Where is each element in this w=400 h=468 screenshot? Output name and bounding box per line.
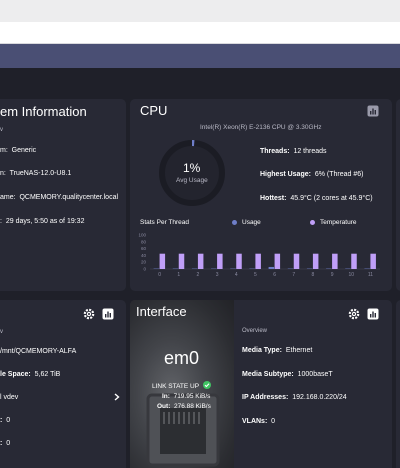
vlans-row: VLANs: 0 xyxy=(242,418,276,425)
pool-path: /mnt/QCMEMORY-ALFA xyxy=(0,348,77,355)
check-circle-icon xyxy=(202,381,211,389)
cpu-avg-label: Avg Usage xyxy=(176,177,208,184)
interface-card: Interface em0 LINK STATE UP In: 719.95 K… xyxy=(130,300,392,468)
legend-usage-dot xyxy=(232,220,237,225)
temperature-bar xyxy=(217,253,223,269)
legend-temperature[interactable]: Temperature xyxy=(320,219,357,226)
vdev-row[interactable]: l vdev xyxy=(0,394,18,401)
x-tick-label: 4 xyxy=(235,272,238,278)
y-tick-label: 60 xyxy=(141,246,147,251)
y-tick-label: 40 xyxy=(141,253,147,258)
chart-report-icon[interactable] xyxy=(367,105,379,117)
media-type-row: Media Type: Ethernet xyxy=(242,347,313,354)
pool-row-5: : 0 xyxy=(0,440,11,447)
y-tick-label: 80 xyxy=(141,239,147,244)
overview-label: v xyxy=(0,329,3,335)
hostname-row: ame: QCMEMORY.qualitycenter.local xyxy=(0,194,119,201)
temperature-bar xyxy=(178,253,185,269)
gear-icon[interactable] xyxy=(83,308,95,320)
system-information-card: em Information v m: Generic n: TrueNAS-1… xyxy=(0,99,126,291)
next-card-bottom xyxy=(396,300,400,468)
x-tick-label: 0 xyxy=(158,272,161,278)
overview-label: Overview xyxy=(242,328,268,334)
browser-address-area xyxy=(0,22,400,44)
usage-bar xyxy=(268,266,275,269)
temperature-bar xyxy=(312,253,319,269)
legend-usage[interactable]: Usage xyxy=(242,219,261,226)
browser-tab-strip xyxy=(0,0,400,22)
top-toolbar xyxy=(0,44,400,68)
available-space-row: le Space: 5,62 TiB xyxy=(0,371,61,378)
cpu-title: CPU xyxy=(140,103,168,118)
overview-label: v xyxy=(0,127,3,133)
traffic-in: In: 719.95 KiB/s xyxy=(162,393,211,400)
link-state: LINK STATE UP xyxy=(152,381,211,390)
x-tick-label: 6 xyxy=(273,272,276,278)
temperature-bar xyxy=(236,253,242,269)
x-tick-label: 2 xyxy=(197,272,200,278)
temperature-bar xyxy=(370,253,376,269)
y-tick-label: 100 xyxy=(138,233,146,238)
hottest-row: Hottest: 45.9°C (2 cores at 45.9°C) xyxy=(260,195,373,202)
version-row: n: TrueNAS-12.0-U8.1 xyxy=(0,170,72,177)
chart-report-icon[interactable] xyxy=(102,308,114,320)
platform-row: m: Generic xyxy=(0,147,37,154)
x-tick-label: 10 xyxy=(348,272,354,278)
dashboard: em Information v m: Generic n: TrueNAS-1… xyxy=(0,68,400,468)
temperature-bar xyxy=(351,253,357,269)
x-tick-label: 9 xyxy=(331,272,334,278)
temperature-bar xyxy=(293,253,300,269)
legend-temperature-dot xyxy=(310,220,315,225)
ip-addresses-row: IP Addresses: 192.168.0.220/24 xyxy=(242,394,347,401)
x-tick-label: 11 xyxy=(368,272,373,278)
x-tick-label: 1 xyxy=(177,272,180,278)
temperature-bar xyxy=(197,253,204,269)
next-card-top xyxy=(396,99,400,291)
chevron-right-icon[interactable] xyxy=(114,393,120,401)
x-tick-label: 5 xyxy=(254,272,257,278)
cpu-avg-value: 1% xyxy=(183,161,201,175)
stats-per-thread-label: Stats Per Thread xyxy=(140,219,190,226)
temperature-bar xyxy=(159,253,166,269)
interface-name: em0 xyxy=(164,348,200,368)
cpu-card: CPU Intel(R) Xeon(R) E-2136 CPU @ 3.30GH… xyxy=(130,99,392,291)
traffic-out: Out: 276.88 KiB/s xyxy=(157,403,211,410)
pool-card: v /mnt/QCMEMORY-ALFA le Space: 5,62 TiB … xyxy=(0,300,126,468)
highest-usage-row: Highest Usage: 6% (Thread #6) xyxy=(260,171,364,178)
temperature-bar xyxy=(274,253,281,269)
x-tick-label: 7 xyxy=(292,272,295,278)
uptime-row: : 29 days, 5:50 as of 19:32 xyxy=(0,218,85,225)
y-tick-label: 0 xyxy=(143,267,146,272)
threads-row: Threads: 12 threads xyxy=(260,148,327,155)
temperature-bar xyxy=(255,253,261,269)
gear-icon[interactable] xyxy=(348,308,360,320)
cpu-model: Intel(R) Xeon(R) E-2136 CPU @ 3.30GHz xyxy=(200,124,322,131)
x-tick-label: 8 xyxy=(312,272,315,278)
temperature-bar xyxy=(332,253,338,269)
card-title: em Information xyxy=(0,104,87,119)
media-subtype-row: Media Subtype: 1000baseT xyxy=(242,371,333,378)
thread-stats-chart: 10080 60 40 20 0 0 1 2 3 4 5 6 7 8 9 10 11 xyxy=(138,233,380,278)
pool-row-4: : 0 xyxy=(0,417,11,424)
interface-title: Interface xyxy=(136,304,187,319)
x-tick-label: 3 xyxy=(216,272,219,278)
y-tick-label: 20 xyxy=(141,260,147,265)
chart-report-icon[interactable] xyxy=(367,308,379,320)
